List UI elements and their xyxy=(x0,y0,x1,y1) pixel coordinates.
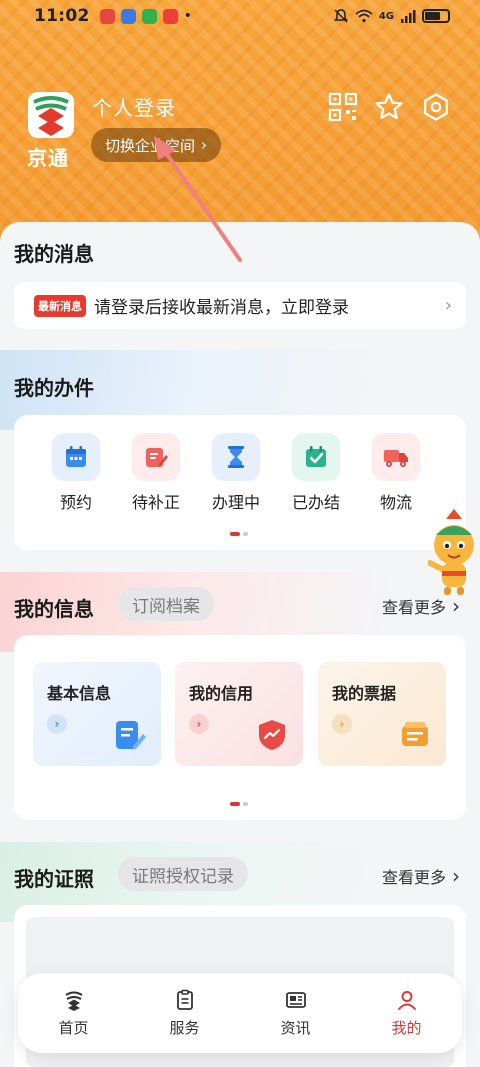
tab-news[interactable]: 资讯 xyxy=(240,973,351,1053)
tile-title: 我的信用 xyxy=(189,684,254,703)
license-title: 我的证照 xyxy=(14,867,94,891)
more-dots-icon: • xyxy=(183,8,192,24)
main-content: 我的消息 最新消息 请登录后接收最新消息，立即登录 › 我的办件 预约 待补正 … xyxy=(0,222,480,1067)
tile-title: 我的票据 xyxy=(332,684,397,703)
chevron-right-icon: › xyxy=(452,594,460,618)
settings-icon[interactable] xyxy=(421,92,451,122)
work-item-pending-correction[interactable]: 待补正 xyxy=(124,433,188,513)
work-card: 预约 待补正 办理中 已办结 物流 xyxy=(14,415,466,550)
wechat-icon xyxy=(141,8,157,24)
signal-icon xyxy=(401,10,416,23)
info-card: 基本信息 › 我的信用 › 我的票据 › xyxy=(14,635,466,820)
home-logo-icon xyxy=(64,991,83,1011)
work-item-label: 办理中 xyxy=(211,493,260,512)
chevron-right-icon: › xyxy=(201,136,208,154)
login-link[interactable]: 个人登录 xyxy=(92,92,176,121)
chevron-right-icon: › xyxy=(444,295,452,316)
work-item-label: 已办结 xyxy=(291,493,340,512)
app-notification-icon xyxy=(162,8,178,24)
qr-scan-icon[interactable] xyxy=(328,92,358,122)
app-name: 京通 xyxy=(27,146,69,170)
check-calendar-icon xyxy=(292,433,340,481)
work-item-appointment[interactable]: 预约 xyxy=(44,433,108,513)
bottom-tab-bar: 首页 服务 资讯 我的 xyxy=(18,973,462,1053)
tab-mine[interactable]: 我的 xyxy=(351,973,462,1053)
page-indicator xyxy=(230,532,248,536)
clipboard-icon xyxy=(176,989,193,1010)
work-item-label: 待补正 xyxy=(131,493,180,512)
work-item-completed[interactable]: 已办结 xyxy=(284,433,348,513)
subscribe-archive-button[interactable]: 订阅档案 xyxy=(118,587,214,621)
app-logo xyxy=(28,92,74,138)
status-right-icons: 4G xyxy=(333,8,450,24)
messages-title: 我的消息 xyxy=(14,242,94,266)
chevron-right-icon: › xyxy=(189,714,209,734)
more-link-label: 查看更多 xyxy=(381,868,446,887)
app-notification-icon xyxy=(99,8,115,24)
calendar-icon xyxy=(52,433,100,481)
document-edit-icon xyxy=(116,721,146,750)
work-item-label: 预约 xyxy=(59,493,92,512)
tab-label: 首页 xyxy=(58,1018,89,1037)
tab-services[interactable]: 服务 xyxy=(129,973,240,1053)
ticket-icon xyxy=(402,722,428,746)
network-type: 4G xyxy=(378,10,394,22)
status-time: 11:02 xyxy=(34,6,90,26)
user-icon xyxy=(397,990,416,1010)
work-item-in-progress[interactable]: 办理中 xyxy=(204,433,268,513)
chevron-right-icon: › xyxy=(47,714,67,734)
page-indicator xyxy=(230,802,248,806)
basic-info-tile[interactable]: 基本信息 › xyxy=(33,662,161,766)
work-title: 我的办件 xyxy=(14,376,94,400)
tile-title: 基本信息 xyxy=(47,684,112,703)
message-text: 请登录后接收最新消息，立即登录 xyxy=(94,298,349,318)
latest-message-badge: 最新消息 xyxy=(34,294,86,317)
info-more-link[interactable]: 查看更多 › xyxy=(382,594,460,618)
tab-label: 资讯 xyxy=(280,1018,311,1037)
chevron-right-icon: › xyxy=(332,714,352,734)
chevron-right-icon: › xyxy=(452,864,460,888)
work-item-logistics[interactable]: 物流 xyxy=(364,433,428,513)
switch-space-button[interactable]: 切换企业空间 › xyxy=(91,128,222,162)
mascot-character[interactable] xyxy=(428,505,480,597)
tab-label: 我的 xyxy=(391,1018,422,1037)
message-login-prompt[interactable]: 最新消息 请登录后接收最新消息，立即登录 › xyxy=(14,282,466,329)
tab-home[interactable]: 首页 xyxy=(18,973,129,1053)
hourglass-icon xyxy=(212,433,260,481)
star-icon[interactable] xyxy=(374,92,404,122)
switch-space-label: 切换企业空间 xyxy=(105,136,196,155)
edit-icon xyxy=(132,433,180,481)
truck-icon xyxy=(372,433,420,481)
more-link-label: 查看更多 xyxy=(381,598,446,617)
info-title: 我的信息 xyxy=(14,597,94,621)
credit-tile[interactable]: 我的信用 › xyxy=(175,662,303,766)
app-notification-icon xyxy=(120,8,136,24)
mute-icon xyxy=(333,9,348,23)
receipts-tile[interactable]: 我的票据 › xyxy=(318,662,446,766)
shield-icon xyxy=(259,720,285,750)
news-icon xyxy=(285,991,306,1008)
license-auth-record-button[interactable]: 证照授权记录 xyxy=(118,857,248,891)
work-item-label: 物流 xyxy=(379,493,412,512)
license-more-link[interactable]: 查看更多 › xyxy=(382,864,460,888)
battery-icon xyxy=(422,9,450,23)
status-bar: 11:02 • 4G xyxy=(0,0,480,32)
status-notification-icons: • xyxy=(99,8,192,24)
wifi-icon xyxy=(355,9,373,23)
tab-label: 服务 xyxy=(169,1018,200,1037)
